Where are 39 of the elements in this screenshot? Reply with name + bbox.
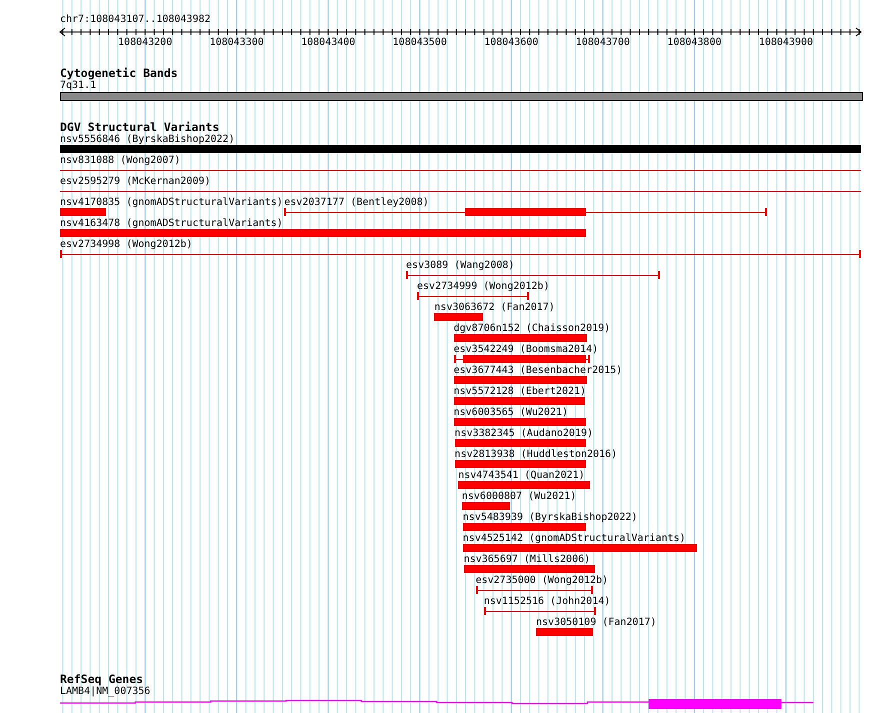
variant-label: esv2734999 (Wong2012b): [417, 281, 550, 293]
locus-label: chr7:108043107..108043982: [59, 13, 211, 26]
track-title: Cytogenetic Bands: [60, 66, 178, 80]
variant-label: esv2037177 (Bentley2008): [284, 197, 429, 209]
variant-label: nsv365697 (Mills2006): [464, 554, 590, 566]
gene-label: LAMB4|NM_007356: [60, 686, 150, 698]
variant-label: nsv831088 (Wong2007): [60, 155, 180, 167]
variant-label: nsv4170835 (gnomADStructuralVariants): [60, 197, 283, 209]
tick-label: 108043500: [392, 37, 447, 48]
variant-label: dgv8706n152 (Chaisson2019): [454, 323, 610, 335]
tick-label: 108043700: [576, 37, 630, 48]
tick-label: 108043800: [667, 37, 722, 48]
track-title: DGV Structural Variants: [60, 120, 220, 134]
variant-label: esv2735000 (Wong2012b): [476, 575, 608, 587]
variant-label: nsv4743541 (Quan2021): [458, 470, 585, 482]
tick-label: 108043400: [301, 37, 356, 48]
variant-label: esv3089 (Wang2008): [406, 260, 514, 272]
variant-label: nsv3382345 (Audano2019): [454, 428, 594, 440]
track-title: RefSeq Genes: [60, 672, 144, 686]
band-label: 7q31.1: [60, 80, 96, 92]
tick-label: 108043600: [484, 37, 538, 48]
variant-label: nsv5572128 (Ebert2021): [454, 386, 586, 398]
variant-label: nsv6003565 (Wu2021): [454, 407, 568, 419]
variant-label: nsv4163478 (gnomADStructuralVariants): [60, 218, 283, 230]
variant-label: esv2734998 (Wong2012b): [60, 239, 192, 251]
variant-label: nsv5556846 (ByrskaBishop2022): [60, 134, 235, 146]
variant-label: nsv3050109 (Fan2017): [536, 617, 656, 629]
variant-label: nsv1152516 (John2014): [484, 596, 610, 608]
tick-label: 108043300: [210, 37, 264, 48]
variant-label: nsv2813938 (Huddleston2016): [454, 449, 618, 461]
variant-label: nsv6000807 (Wu2021): [462, 491, 576, 503]
variant-label: nsv5483939 (ByrskaBishop2022): [462, 512, 638, 524]
tick-label: 108043200: [118, 37, 172, 48]
variant-label: esv3677443 (Besenbacher2015): [454, 365, 622, 377]
variant-label: esv2595279 (McKernan2009): [60, 176, 211, 188]
variant-label: nsv4525142 (gnomADStructuralVariants): [462, 533, 686, 545]
tick-label: 108043900: [758, 37, 814, 48]
variant-label: nsv3063672 (Fan2017): [434, 302, 555, 314]
variant-label: esv3542249 (Boomsma2014): [454, 344, 598, 356]
